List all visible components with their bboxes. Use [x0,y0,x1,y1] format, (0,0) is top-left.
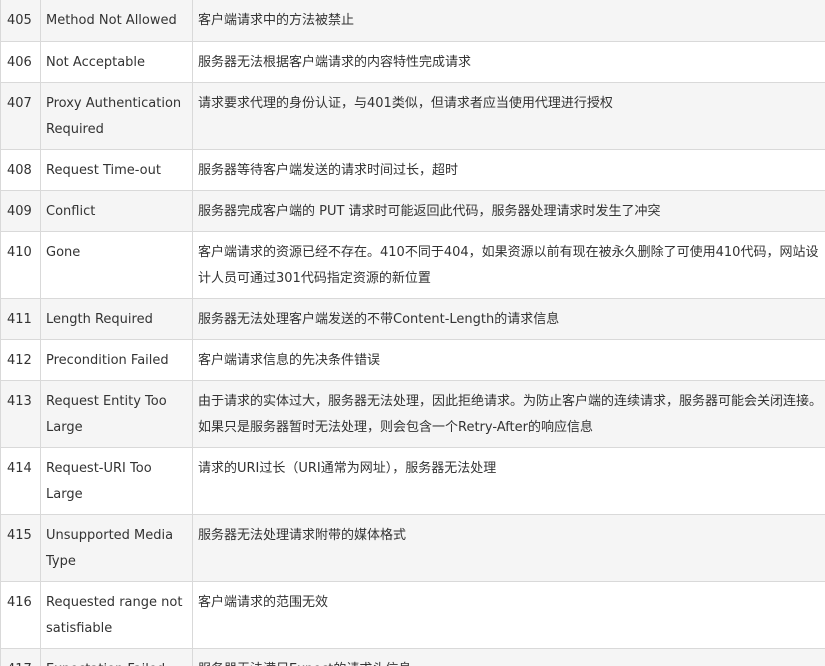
status-code: 412 [0,339,41,381]
table-row: 413 Request Entity Too Large 由于请求的实体过大，服… [0,380,825,448]
status-description: 由于请求的实体过大，服务器无法处理，因此拒绝请求。为防止客户端的连续请求，服务器… [192,380,825,448]
status-description: 服务器等待客户端发送的请求时间过长，超时 [192,149,825,191]
status-description: 请求的URI过长（URI通常为网址），服务器无法处理 [192,447,825,515]
status-description: 服务器无法处理客户端发送的不带Content-Length的请求信息 [192,298,825,340]
status-phrase: Length Required [40,298,193,340]
table-row: 416 Requested range not satisfiable 客户端请… [0,581,825,649]
table-row: 417 Expectation Failed 服务器无法满足Expect的请求头… [0,648,825,666]
table-row: 405 Method Not Allowed 客户端请求中的方法被禁止 [0,0,825,42]
status-phrase: Proxy Authentication Required [40,82,193,150]
status-description: 客户端请求的资源已经不存在。410不同于404，如果资源以前有现在被永久删除了可… [192,231,825,299]
status-code: 406 [0,41,41,83]
table-row: 407 Proxy Authentication Required 请求要求代理… [0,82,825,150]
table-row: 410 Gone 客户端请求的资源已经不存在。410不同于404，如果资源以前有… [0,231,825,299]
status-phrase: Requested range not satisfiable [40,581,193,649]
status-phrase: Request Time-out [40,149,193,191]
table-row: 412 Precondition Failed 客户端请求信息的先决条件错误 [0,339,825,381]
status-phrase: Precondition Failed [40,339,193,381]
status-phrase: Not Acceptable [40,41,193,83]
status-code: 417 [0,648,41,666]
table-row: 409 Conflict 服务器完成客户端的 PUT 请求时可能返回此代码，服务… [0,190,825,232]
status-description: 服务器完成客户端的 PUT 请求时可能返回此代码，服务器处理请求时发生了冲突 [192,190,825,232]
table-row: 411 Length Required 服务器无法处理客户端发送的不带Conte… [0,298,825,340]
status-code: 409 [0,190,41,232]
status-phrase: Conflict [40,190,193,232]
status-phrase: Unsupported Media Type [40,514,193,582]
status-description: 服务器无法处理请求附带的媒体格式 [192,514,825,582]
table-row: 414 Request-URI Too Large 请求的URI过长（URI通常… [0,447,825,515]
table-row: 406 Not Acceptable 服务器无法根据客户端请求的内容特性完成请求 [0,41,825,83]
status-description: 服务器无法满足Expect的请求头信息 [192,648,825,666]
status-description: 客户端请求信息的先决条件错误 [192,339,825,381]
status-description: 客户端请求的范围无效 [192,581,825,649]
status-code: 408 [0,149,41,191]
status-code: 410 [0,231,41,299]
status-code: 413 [0,380,41,448]
status-code: 411 [0,298,41,340]
status-phrase: Request Entity Too Large [40,380,193,448]
status-code: 407 [0,82,41,150]
status-phrase: Request-URI Too Large [40,447,193,515]
status-code: 405 [0,0,41,42]
status-code: 414 [0,447,41,515]
table-row: 408 Request Time-out 服务器等待客户端发送的请求时间过长，超… [0,149,825,191]
status-phrase: Expectation Failed [40,648,193,666]
status-description: 请求要求代理的身份认证，与401类似，但请求者应当使用代理进行授权 [192,82,825,150]
status-code: 416 [0,581,41,649]
table-row: 415 Unsupported Media Type 服务器无法处理请求附带的媒… [0,514,825,582]
status-description: 客户端请求中的方法被禁止 [192,0,825,42]
status-phrase: Method Not Allowed [40,0,193,42]
status-code: 415 [0,514,41,582]
status-description: 服务器无法根据客户端请求的内容特性完成请求 [192,41,825,83]
status-phrase: Gone [40,231,193,299]
http-status-table: 405 Method Not Allowed 客户端请求中的方法被禁止 406 … [0,0,825,666]
